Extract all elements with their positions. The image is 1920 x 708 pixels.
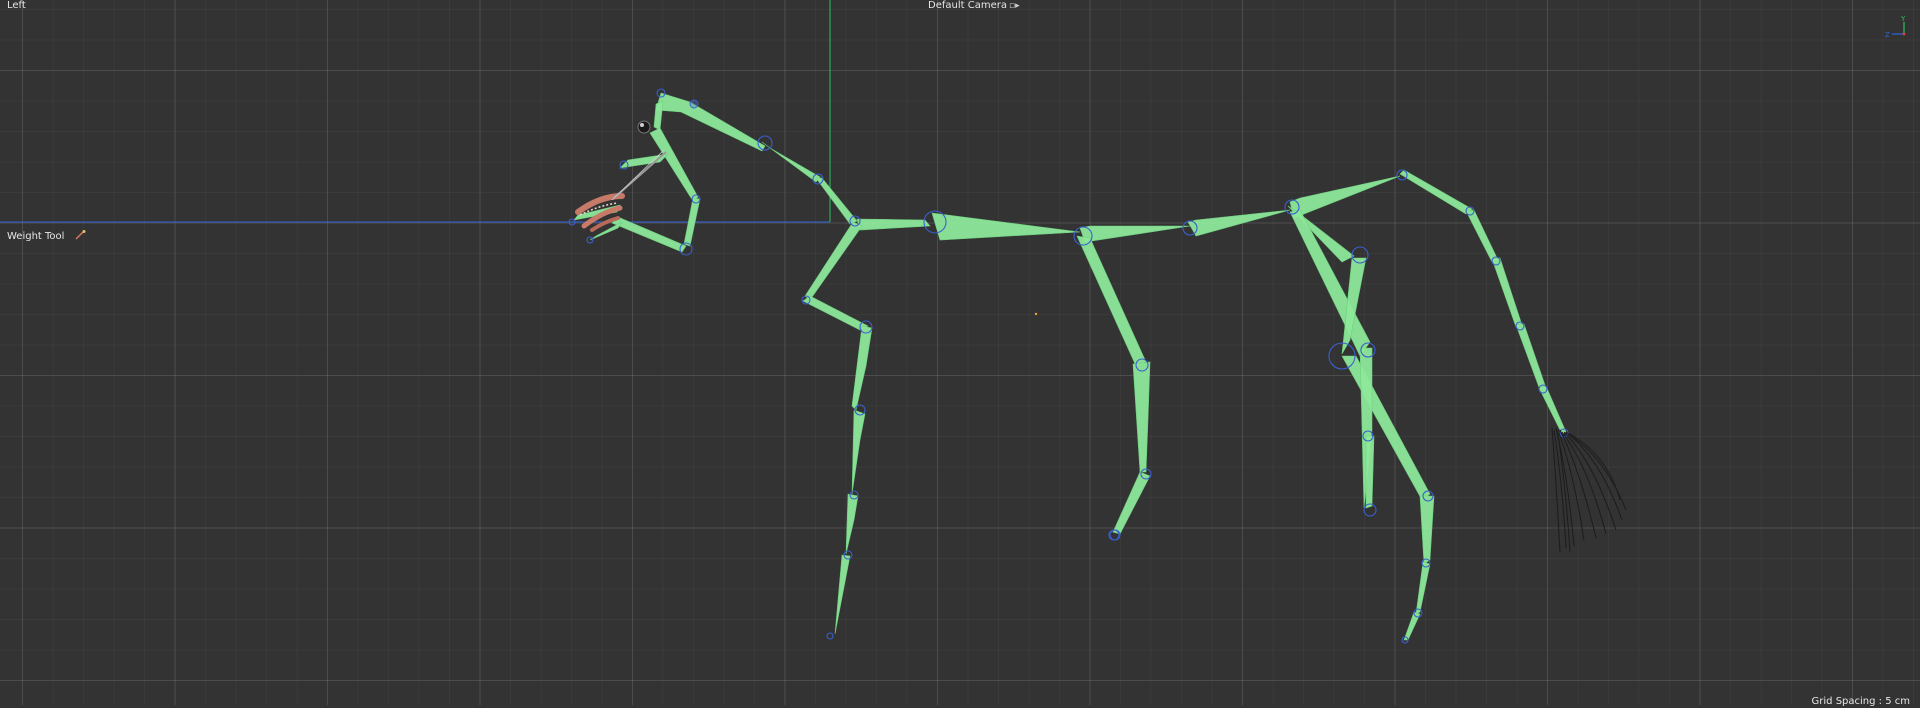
eye-object[interactable] bbox=[637, 120, 651, 134]
bone-skull[interactable] bbox=[655, 92, 766, 152]
bone-hind-cannon-b[interactable] bbox=[1365, 435, 1375, 509]
pivot-marker bbox=[1034, 312, 1038, 316]
grid-spacing-readout: Grid Spacing : 5 cm bbox=[1811, 696, 1910, 707]
bone-mid-hoof[interactable] bbox=[1112, 471, 1151, 535]
joint-front-hoof[interactable] bbox=[826, 632, 834, 640]
bone-tail-3[interactable] bbox=[1491, 257, 1523, 328]
bone-hind-cannon-a[interactable] bbox=[1419, 495, 1435, 565]
bone-mid-upper[interactable] bbox=[1076, 235, 1147, 367]
bone-spine-4[interactable] bbox=[1289, 175, 1401, 219]
tail-hair[interactable] bbox=[1551, 427, 1627, 553]
bone-neck-1[interactable] bbox=[761, 141, 821, 183]
y-axis-label: Y bbox=[1900, 15, 1906, 23]
bone-hind-pastern[interactable] bbox=[1415, 561, 1431, 615]
camera-toggle-icon[interactable]: ▫▸ bbox=[1009, 1, 1020, 11]
weight-brush-icon bbox=[75, 230, 86, 240]
bone-jaw-2[interactable] bbox=[589, 221, 623, 241]
bone-front-forearm[interactable] bbox=[851, 325, 873, 411]
bone-face-1[interactable] bbox=[649, 127, 699, 202]
axis-gizmo[interactable]: Y Z bbox=[1884, 14, 1910, 38]
bone-mid-lower[interactable] bbox=[1132, 361, 1151, 473]
viewport-3d[interactable]: Left Default Camera ▫▸ Weight Tool Y Z Gr… bbox=[0, 0, 1920, 707]
skeleton-rig[interactable] bbox=[0, 0, 1920, 705]
camera-selector[interactable]: Default Camera ▫▸ bbox=[928, 0, 1020, 12]
joints[interactable] bbox=[568, 88, 1569, 644]
bone-front-cannon[interactable] bbox=[851, 409, 866, 495]
bone-chest[interactable] bbox=[856, 218, 931, 231]
bone-spine-2[interactable] bbox=[1079, 225, 1191, 243]
z-axis-label: Z bbox=[1885, 31, 1890, 38]
bones[interactable] bbox=[573, 92, 1567, 641]
axis-origin bbox=[1902, 32, 1906, 36]
view-name-label[interactable]: Left bbox=[7, 0, 26, 12]
bone-spine-3[interactable] bbox=[1187, 209, 1291, 237]
bone-tail-1[interactable] bbox=[1399, 169, 1473, 215]
bone-head-top[interactable] bbox=[653, 100, 664, 131]
bone-front-upper[interactable] bbox=[802, 295, 869, 331]
bone-hind-leg-a[interactable] bbox=[1341, 355, 1431, 501]
joint-ear-2[interactable] bbox=[689, 99, 699, 109]
bone-spine-1[interactable] bbox=[931, 212, 1081, 241]
active-tool-label: Weight Tool bbox=[7, 230, 86, 243]
bone-tail-4[interactable] bbox=[1515, 323, 1547, 391]
bone-front-hoof[interactable] bbox=[834, 554, 851, 635]
bone-neck-2[interactable] bbox=[815, 177, 858, 225]
rein-bar-highlight bbox=[611, 149, 665, 201]
eye-highlight bbox=[640, 123, 644, 127]
tool-name: Weight Tool bbox=[7, 231, 65, 242]
bone-hind-hoof[interactable] bbox=[1403, 611, 1421, 641]
camera-name[interactable]: Default Camera bbox=[928, 0, 1007, 11]
bone-front-pastern[interactable] bbox=[845, 493, 859, 555]
bone-tail-2[interactable] bbox=[1465, 209, 1499, 263]
bone-front-shoulder[interactable] bbox=[804, 221, 863, 301]
teeth-mesh[interactable] bbox=[575, 193, 625, 232]
